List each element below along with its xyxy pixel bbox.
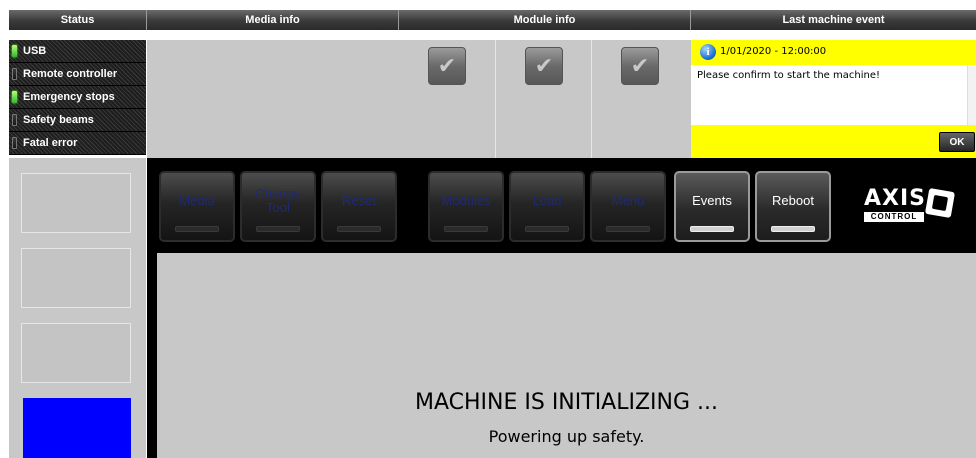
status-label: Remote controller	[23, 68, 118, 80]
status-emergency-stops: Emergency stops	[9, 86, 146, 109]
sidebar-slot-active[interactable]	[23, 398, 131, 458]
led-off-icon	[12, 68, 17, 80]
button-indicator	[444, 226, 488, 232]
sidebar-slot-3[interactable]	[21, 323, 131, 383]
info-icon: i	[700, 44, 716, 60]
button-indicator	[175, 226, 219, 232]
button-label: Modules	[441, 193, 491, 208]
module-v-icon: ✔	[630, 53, 650, 78]
module-v-icon: ✔	[534, 53, 554, 78]
button-label: Media	[179, 193, 215, 208]
button-indicator	[337, 226, 381, 232]
status-fatal-error: Fatal error	[9, 132, 146, 155]
status-panel: USB Remote controller Emergency stops Sa…	[9, 40, 146, 155]
reset-button[interactable]: Reset	[321, 171, 397, 242]
media-info-panel	[147, 40, 399, 158]
led-off-icon	[12, 114, 17, 126]
toolbar: Media Change Tool Reset Modules Load Men…	[147, 160, 976, 250]
module-slot: ✔	[495, 40, 591, 158]
header-last-machine-event: Last machine event	[691, 10, 976, 30]
event-header: i 1/01/2020 - 12:00:00	[691, 40, 976, 65]
led-on-icon	[12, 91, 17, 103]
button-indicator	[690, 226, 734, 232]
module-info-panel: ✔ ✔ ✔	[399, 40, 691, 158]
status-label: Fatal error	[23, 137, 78, 149]
main-area: MACHINE IS INITIALIZING ... Powering up …	[147, 250, 976, 458]
modules-button[interactable]: Modules	[428, 171, 504, 242]
logo-subtext: CONTROL	[864, 212, 924, 222]
header-module-info: Module info	[399, 10, 691, 30]
event-message: Please confirm to start the machine!	[697, 70, 880, 81]
sidebar-slot-1[interactable]	[21, 173, 131, 233]
message-scrollbar[interactable]	[967, 65, 976, 125]
module-slot: ✔	[591, 40, 687, 158]
ok-button[interactable]: OK	[939, 132, 975, 152]
led-on-icon	[12, 45, 17, 57]
status-title: MACHINE IS INITIALIZING ...	[414, 390, 719, 415]
header-media-info: Media info	[147, 10, 399, 30]
button-indicator	[606, 226, 650, 232]
status-label: Safety beams	[23, 114, 94, 126]
module-1-button[interactable]: ✔	[428, 47, 466, 85]
led-off-icon	[12, 137, 17, 149]
main-content: MACHINE IS INITIALIZING ... Powering up …	[157, 253, 976, 458]
top-strip	[0, 0, 976, 10]
menu-button[interactable]: Menu	[590, 171, 666, 242]
module-v-icon: ✔	[437, 53, 457, 78]
cube-icon	[924, 187, 956, 219]
status-safety-beams: Safety beams	[9, 109, 146, 132]
load-button[interactable]: Load	[509, 171, 585, 242]
button-label: Load	[532, 193, 562, 208]
status-label: Emergency stops	[23, 91, 115, 103]
left-sidebar	[9, 158, 146, 458]
button-label: Reboot	[772, 193, 814, 208]
module-3-button[interactable]: ✔	[621, 47, 659, 85]
button-label: Menu	[611, 193, 645, 208]
button-label: Reset	[342, 193, 376, 208]
button-label: Events	[692, 193, 732, 208]
button-indicator	[525, 226, 569, 232]
reboot-button[interactable]: Reboot	[755, 171, 831, 242]
logo-text: AXIS	[864, 186, 927, 211]
button-indicator	[771, 226, 815, 232]
status-remote-controller: Remote controller	[9, 63, 146, 86]
sidebar-slot-2[interactable]	[21, 248, 131, 308]
status-subtitle: Powering up safety.	[488, 427, 645, 446]
header-status: Status	[9, 10, 147, 30]
button-indicator	[256, 226, 300, 232]
change-tool-button[interactable]: Change Tool	[240, 171, 316, 242]
events-button[interactable]: Events	[674, 171, 750, 242]
module-slot: ✔	[399, 40, 495, 158]
event-message-box[interactable]: Please confirm to start the machine!	[691, 65, 976, 125]
button-label: Change Tool	[255, 186, 301, 215]
module-2-button[interactable]: ✔	[525, 47, 563, 85]
status-usb: USB	[9, 40, 146, 63]
event-timestamp: 1/01/2020 - 12:00:00	[720, 46, 827, 57]
status-label: USB	[23, 45, 47, 57]
last-event-panel: i 1/01/2020 - 12:00:00 Please confirm to…	[691, 40, 976, 158]
media-button[interactable]: Media	[159, 171, 235, 242]
